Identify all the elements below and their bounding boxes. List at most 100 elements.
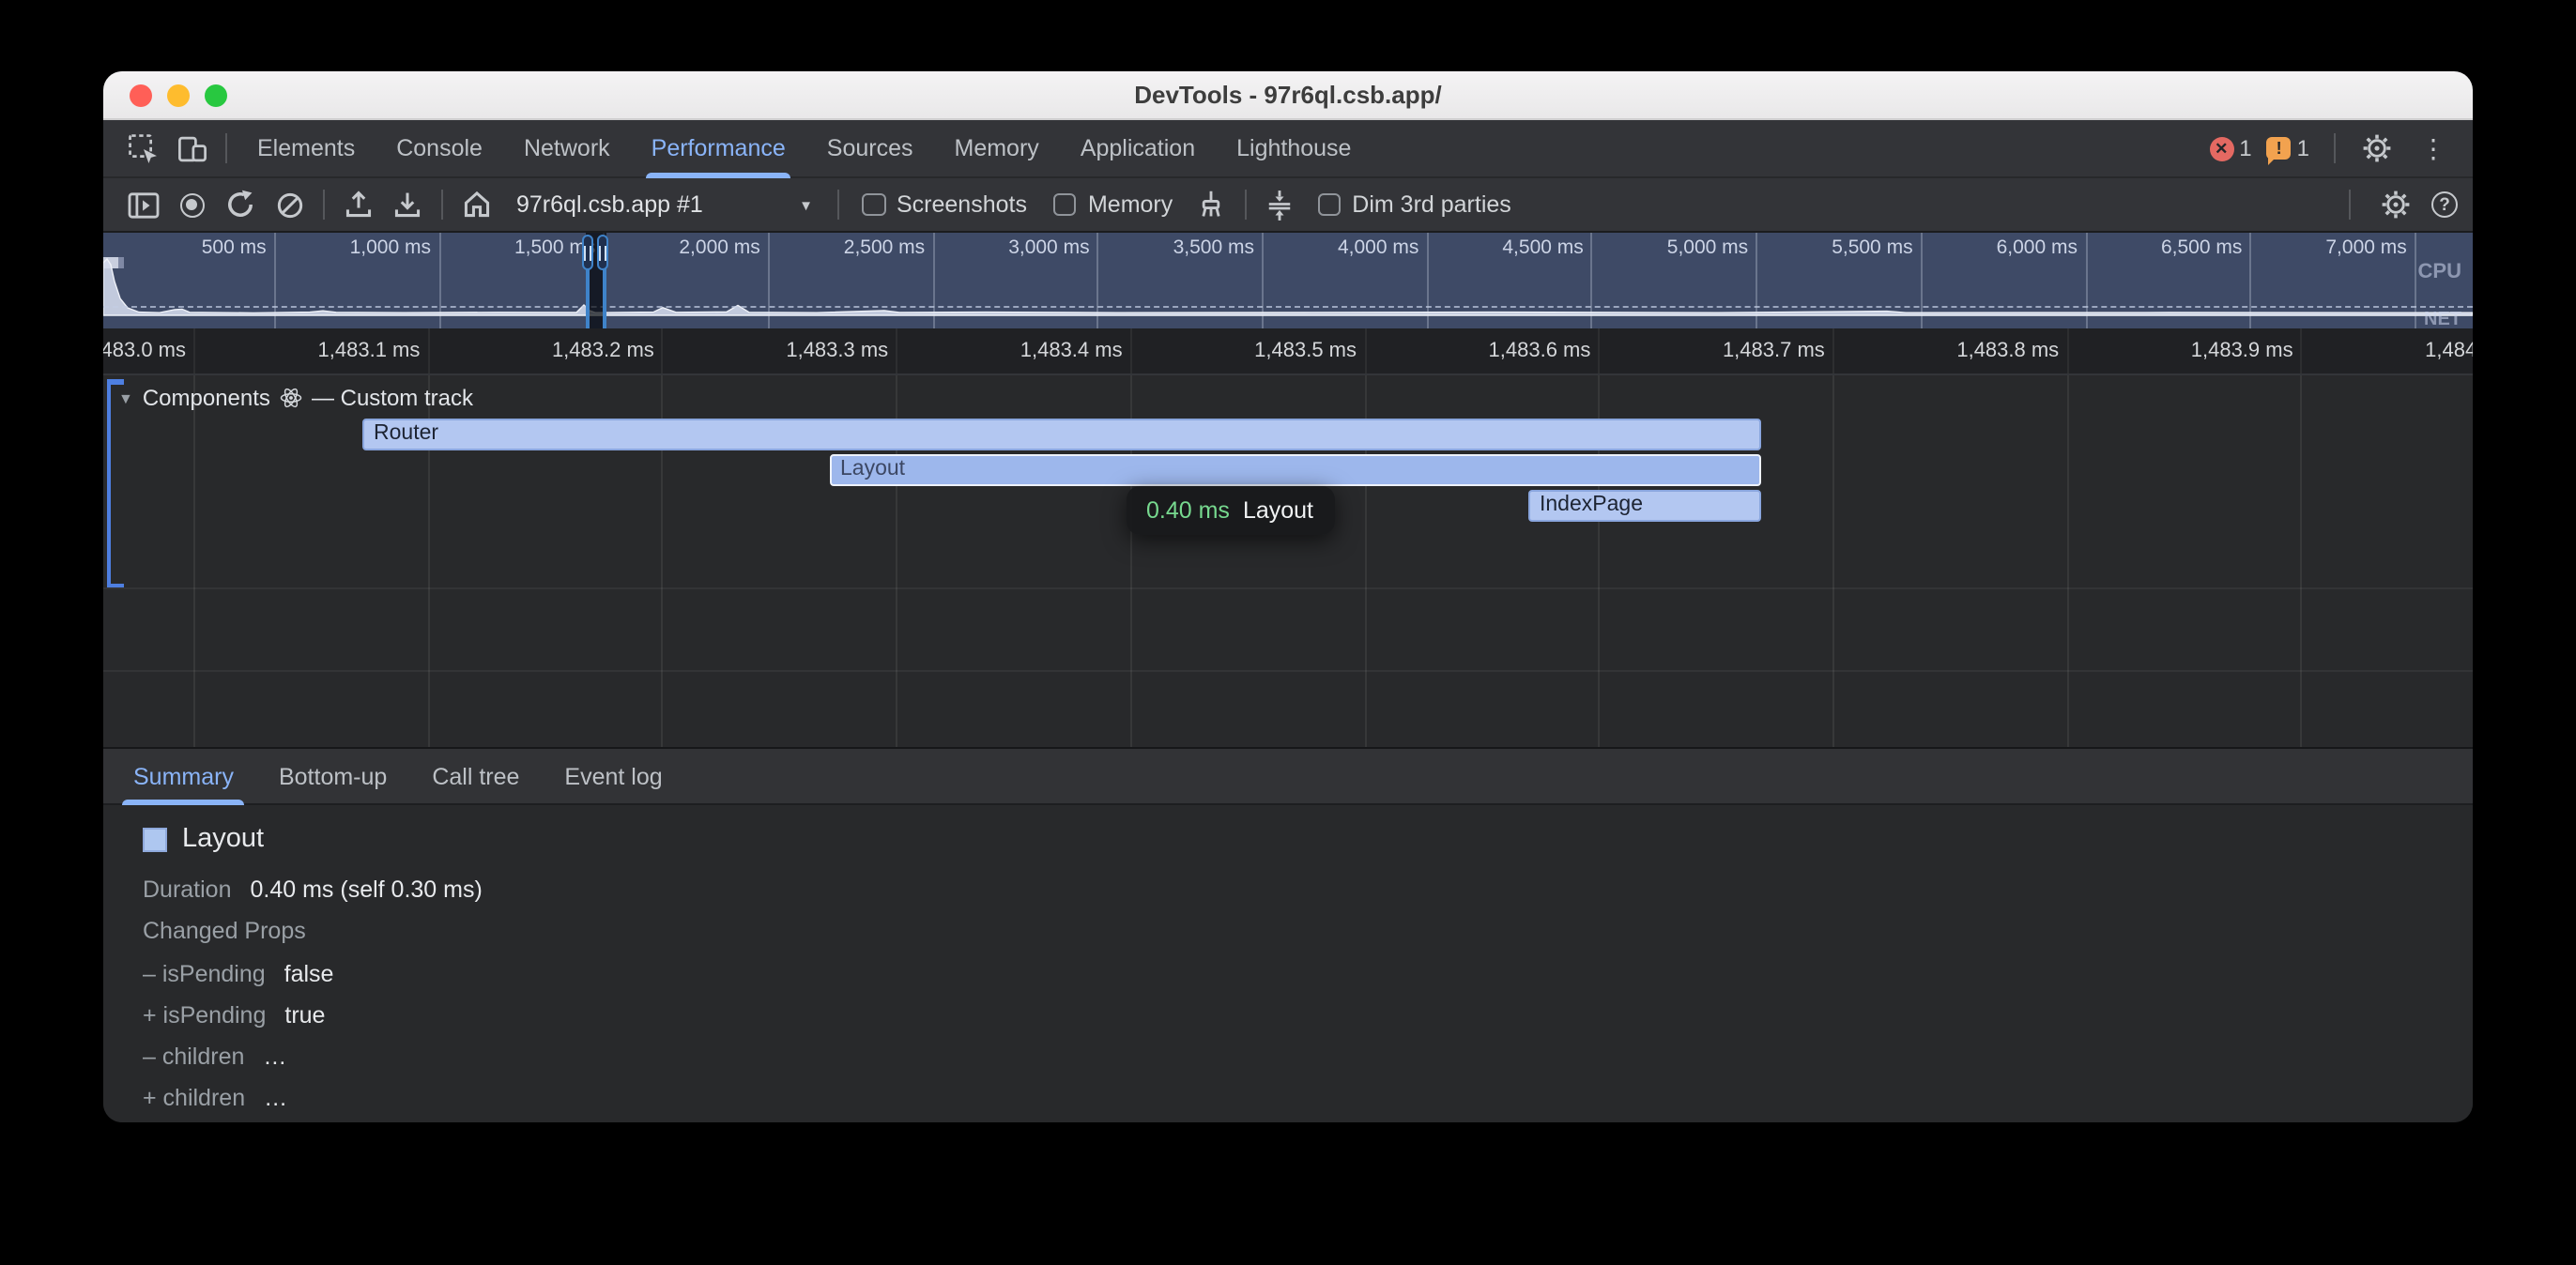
- collapse-panel-icon[interactable]: [1255, 182, 1304, 227]
- separator: [441, 190, 443, 220]
- checkbox-box: [862, 193, 885, 217]
- gridline: [1832, 375, 1834, 747]
- network-activity-line: [103, 306, 2473, 308]
- toolbar-right-controls: ?: [2339, 182, 2458, 227]
- capture-settings-gear-icon[interactable]: [2371, 182, 2420, 227]
- target-select[interactable]: 97r6ql.csb.app #1 ▼: [505, 184, 824, 225]
- close-window-button[interactable]: [130, 84, 152, 107]
- upload-profile-icon[interactable]: [334, 182, 383, 227]
- tabbar-right-controls: ✕ 1 ! 1: [2209, 126, 2458, 171]
- gridline: [1598, 328, 1600, 373]
- timeline-overview[interactable]: 500 ms 1,000 ms 1,500 ms 2,000 ms 2,500 …: [103, 233, 2473, 328]
- net-lane-label: NET: [2424, 310, 2461, 328]
- tab-console[interactable]: Console: [376, 119, 503, 177]
- gridline: [896, 328, 897, 373]
- detail-time-ruler: 1,483.0 ms 1,483.1 ms 1,483.2 ms 1,483.3…: [103, 328, 2473, 375]
- gridline: [2066, 328, 2068, 373]
- range-handle-right[interactable]: [596, 235, 608, 270]
- error-count: 1: [2239, 135, 2251, 161]
- track-title: Components: [143, 385, 270, 411]
- separator: [323, 190, 325, 220]
- tab-memory[interactable]: Memory: [934, 119, 1060, 177]
- tab-lighthouse[interactable]: Lighthouse: [1216, 119, 1372, 177]
- gridline: [1364, 328, 1366, 373]
- tab-sources[interactable]: Sources: [806, 119, 934, 177]
- tab-performance[interactable]: Performance: [631, 119, 806, 177]
- collect-garbage-icon[interactable]: [1186, 182, 1234, 227]
- dim-3rd-parties-checkbox[interactable]: Dim 3rd parties: [1317, 191, 1511, 218]
- gridline: [1832, 328, 1834, 373]
- selection-stem: [586, 265, 590, 328]
- tab-call-tree[interactable]: Call tree: [409, 747, 542, 805]
- warning-badge[interactable]: ! 1: [2267, 135, 2309, 161]
- checkbox-box: [1317, 193, 1341, 217]
- selected-track-bracket: [106, 379, 111, 587]
- tab-network[interactable]: Network: [503, 119, 631, 177]
- devtools-tabbar: Elements Console Network Performance Sou…: [103, 120, 2473, 178]
- window-title: DevTools - 97r6ql.csb.app/: [1134, 81, 1442, 109]
- disclosure-triangle-icon[interactable]: ▼: [118, 389, 133, 406]
- separator: [837, 190, 839, 220]
- chevron-down-icon: ▼: [799, 196, 813, 213]
- summary-panel: Layout Duration0.40 ms (self 0.30 ms) Ch…: [103, 805, 2473, 1122]
- warning-count: 1: [2297, 135, 2309, 161]
- clear-icon[interactable]: [265, 182, 314, 227]
- devtools-window: DevTools - 97r6ql.csb.app/ Elements Cons…: [103, 71, 2473, 1122]
- selection-stem: [603, 265, 606, 328]
- device-toolbar-icon[interactable]: [167, 126, 216, 171]
- ruler-tick: 1,483.5 ms: [1254, 340, 1357, 362]
- ruler-tick: 1,483.1 ms: [318, 340, 421, 362]
- toggle-sidebar-icon[interactable]: [118, 182, 167, 227]
- track-subtitle: — Custom track: [312, 385, 473, 411]
- gridline: [193, 375, 195, 747]
- ruler-tick: 1,483.3 ms: [786, 340, 888, 362]
- ruler-tick: 1,483.7 ms: [1723, 340, 1825, 362]
- tooltip-duration: 0.40 ms: [1146, 496, 1230, 523]
- track-divider: [103, 587, 2473, 589]
- tab-bottom-up[interactable]: Bottom-up: [256, 747, 409, 805]
- ruler-tick: 1,483.9 ms: [2191, 340, 2293, 362]
- memory-checkbox[interactable]: Memory: [1053, 191, 1173, 218]
- gridline: [2301, 375, 2303, 747]
- gridline: [2066, 375, 2068, 747]
- screenshots-checkbox[interactable]: Screenshots: [862, 191, 1027, 218]
- track-header[interactable]: ▼ Components — Custom track: [118, 385, 473, 411]
- minimize-window-button[interactable]: [167, 84, 190, 107]
- inspect-element-icon[interactable]: [118, 126, 167, 171]
- ruler-tick: 1,483.6 ms: [1489, 340, 1591, 362]
- dim-3rd-parties-label: Dim 3rd parties: [1352, 191, 1511, 218]
- range-handle-left[interactable]: [581, 235, 593, 270]
- flame-bar-indexpage[interactable]: IndexPage: [1528, 489, 1760, 521]
- screenshots-label: Screenshots: [897, 191, 1027, 218]
- summary-row: – children…: [143, 1036, 2473, 1078]
- separator: [225, 133, 227, 163]
- ruler-tick: 1,483.2 ms: [552, 340, 654, 362]
- flame-chart[interactable]: ▼ Components — Custom track Router Layou…: [103, 375, 2473, 747]
- tab-event-log[interactable]: Event log: [542, 747, 684, 805]
- error-badge[interactable]: ✕ 1: [2209, 135, 2251, 161]
- flame-bar-layout[interactable]: Layout: [829, 454, 1760, 486]
- gridline: [662, 328, 664, 373]
- settings-gear-icon[interactable]: [2353, 126, 2401, 171]
- checkbox-box: [1053, 193, 1077, 217]
- react-atom-icon: [280, 387, 302, 409]
- event-color-swatch: [143, 827, 167, 851]
- details-tabbar: Summary Bottom-up Call tree Event log: [103, 747, 2473, 805]
- flame-bar-router[interactable]: Router: [362, 419, 1760, 450]
- help-icon[interactable]: ?: [2431, 191, 2458, 218]
- zoom-window-button[interactable]: [205, 84, 227, 107]
- reload-and-record-icon[interactable]: [216, 182, 265, 227]
- tab-elements[interactable]: Elements: [237, 119, 376, 177]
- download-profile-icon[interactable]: [383, 182, 432, 227]
- home-icon[interactable]: [452, 182, 501, 227]
- warning-icon: !: [2267, 137, 2292, 160]
- ruler-tick: 1,484.0 ms: [2425, 340, 2473, 362]
- flame-tooltip: 0.40 ms Layout: [1126, 485, 1334, 534]
- separator: [2334, 133, 2336, 163]
- gridline: [193, 328, 195, 373]
- error-icon: ✕: [2209, 136, 2233, 160]
- tab-summary[interactable]: Summary: [111, 747, 256, 805]
- record-icon[interactable]: [167, 182, 216, 227]
- kebab-menu-icon[interactable]: ⋮: [2409, 126, 2458, 171]
- tab-application[interactable]: Application: [1060, 119, 1216, 177]
